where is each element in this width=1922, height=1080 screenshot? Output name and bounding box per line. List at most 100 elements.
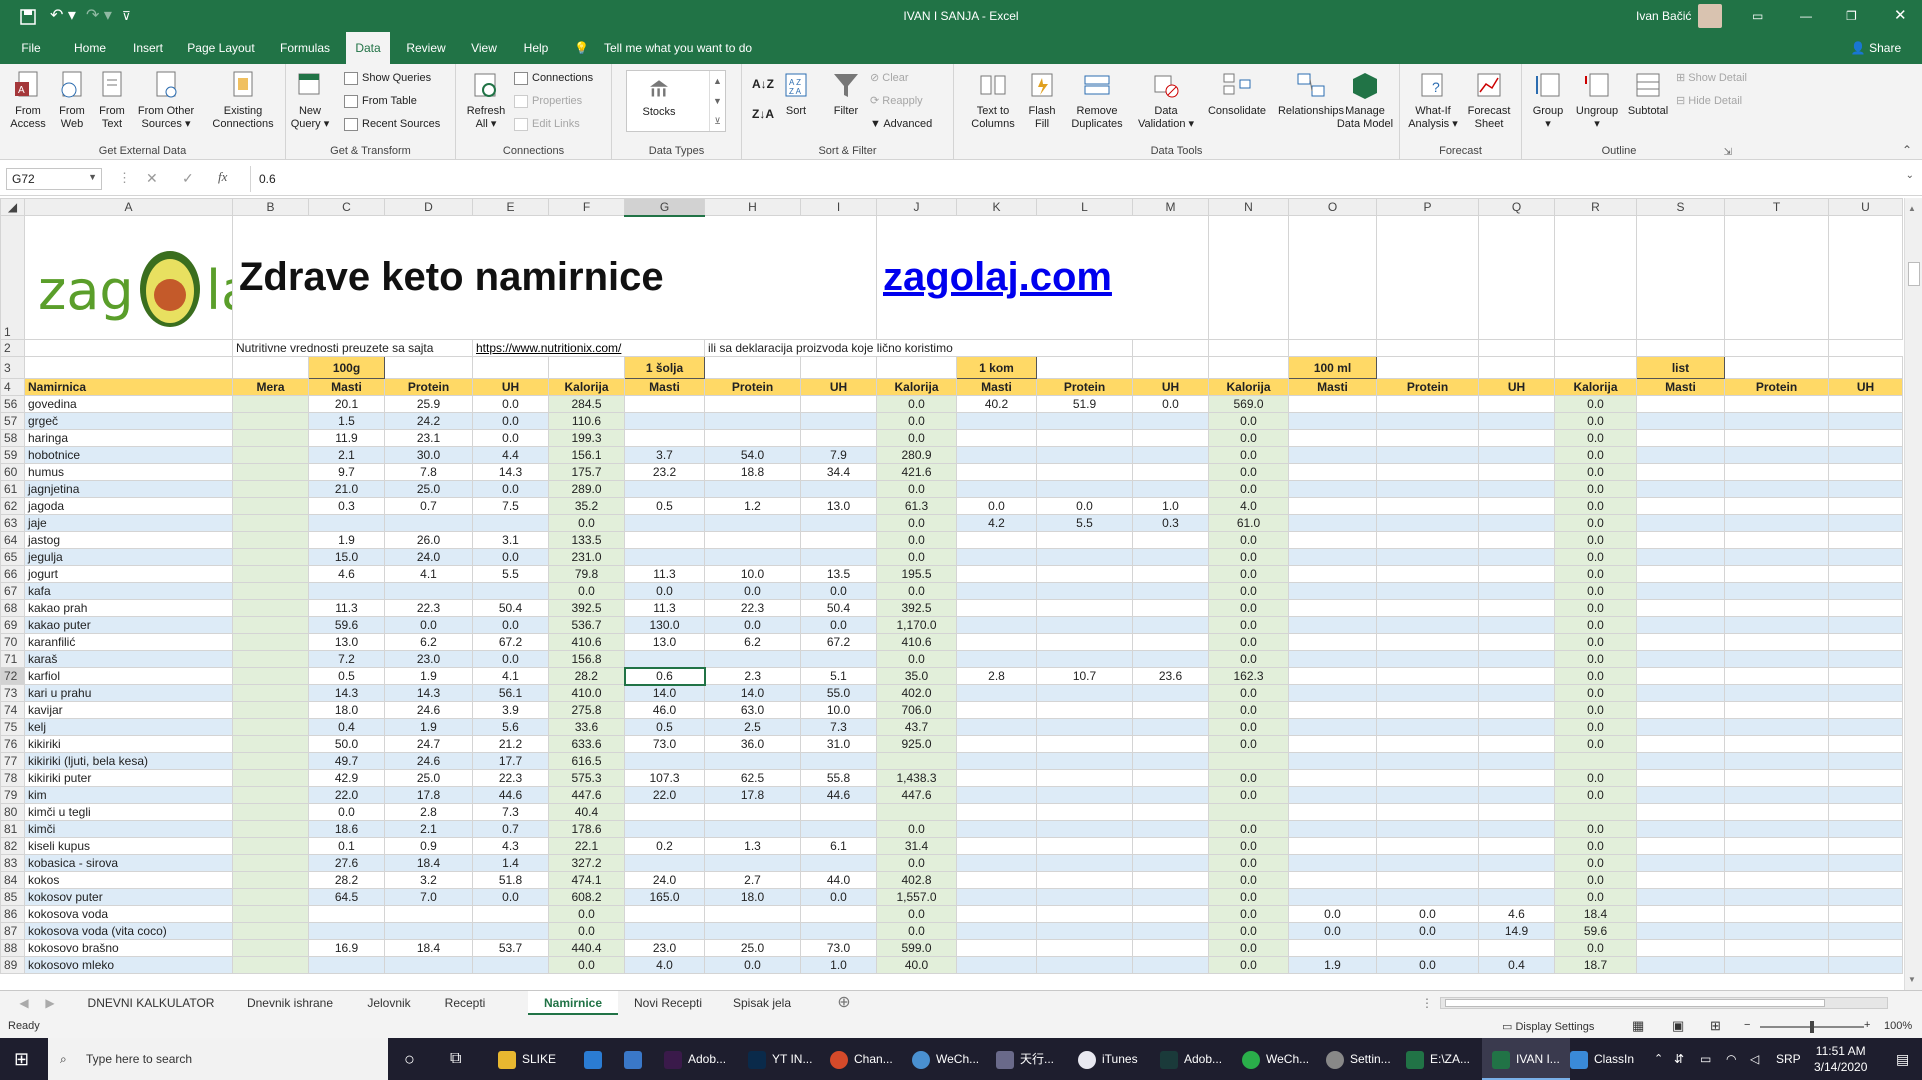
value-cell[interactable] xyxy=(1132,956,1209,974)
value-cell[interactable]: 20.1 xyxy=(308,395,385,413)
value-cell[interactable] xyxy=(1828,786,1903,804)
value-cell[interactable]: 15.0 xyxy=(308,548,385,566)
value-cell[interactable]: 0.0 xyxy=(1208,565,1289,583)
value-cell[interactable] xyxy=(1288,752,1377,770)
value-cell[interactable]: 0.0 xyxy=(1554,429,1637,447)
row-header[interactable]: 1 xyxy=(0,215,25,340)
value-cell[interactable]: 284.5 xyxy=(548,395,625,413)
value-cell[interactable] xyxy=(1724,395,1829,413)
value-cell[interactable] xyxy=(1828,956,1903,974)
maximize-icon[interactable]: ❐ xyxy=(1846,0,1857,32)
value-cell[interactable] xyxy=(704,429,801,447)
value-cell[interactable] xyxy=(232,820,309,838)
value-cell[interactable]: 22.3 xyxy=(472,769,549,787)
value-cell[interactable] xyxy=(1636,667,1725,685)
value-cell[interactable] xyxy=(1724,565,1829,583)
value-cell[interactable] xyxy=(1376,667,1479,685)
column-header[interactable]: U xyxy=(1828,198,1903,216)
value-cell[interactable]: 447.6 xyxy=(876,786,957,804)
value-cell[interactable] xyxy=(1724,599,1829,617)
value-cell[interactable]: 49.7 xyxy=(308,752,385,770)
data-type-gallery[interactable]: Stocks ▲ ▼ ⊻ xyxy=(626,70,726,132)
value-cell[interactable]: 392.5 xyxy=(548,599,625,617)
value-cell[interactable] xyxy=(956,684,1037,702)
forecast-sheet-button[interactable]: Forecast Sheet xyxy=(1462,70,1516,131)
value-cell[interactable]: 24.0 xyxy=(624,871,705,889)
worksheet-grid[interactable]: ◢ ABCDEFGHIJKLMNOPQRSTU 1 zag laj Zdrave… xyxy=(0,198,1922,990)
value-cell[interactable]: 13.5 xyxy=(800,565,877,583)
value-cell[interactable]: 0.0 xyxy=(1554,599,1637,617)
value-cell[interactable] xyxy=(1036,786,1133,804)
column-label[interactable]: Protein xyxy=(704,378,801,396)
row-header[interactable]: 62 xyxy=(0,497,25,515)
value-cell[interactable] xyxy=(1376,548,1479,566)
value-cell[interactable]: 280.9 xyxy=(876,446,957,464)
taskbar-app[interactable]: Settin... xyxy=(1326,1038,1391,1080)
value-cell[interactable]: 0.0 xyxy=(1208,548,1289,566)
column-label[interactable]: Masti xyxy=(956,378,1037,396)
value-cell[interactable]: 18.4 xyxy=(1554,905,1637,923)
value-cell[interactable] xyxy=(1288,650,1377,668)
value-cell[interactable] xyxy=(800,752,877,770)
insert-function-icon[interactable]: fx xyxy=(218,169,227,185)
value-cell[interactable] xyxy=(1132,633,1209,651)
value-cell[interactable] xyxy=(1376,446,1479,464)
value-cell[interactable]: 0.0 xyxy=(1288,905,1377,923)
value-cell[interactable]: 64.5 xyxy=(308,888,385,906)
value-cell[interactable] xyxy=(1376,429,1479,447)
value-cell[interactable] xyxy=(1478,786,1555,804)
value-cell[interactable]: 289.0 xyxy=(548,480,625,498)
food-name-cell[interactable]: kakao puter xyxy=(24,616,233,634)
value-cell[interactable] xyxy=(1036,480,1133,498)
value-cell[interactable]: 0.0 xyxy=(1288,922,1377,940)
value-cell[interactable]: 0.4 xyxy=(1478,956,1555,974)
value-cell[interactable]: 0.0 xyxy=(1208,939,1289,957)
value-cell[interactable]: 25.9 xyxy=(384,395,473,413)
value-cell[interactable]: 31.4 xyxy=(876,837,957,855)
value-cell[interactable]: 402.8 xyxy=(876,871,957,889)
sheet-tab[interactable]: Spisak jela xyxy=(718,991,806,1015)
value-cell[interactable]: 1,438.3 xyxy=(876,769,957,787)
value-cell[interactable] xyxy=(800,905,877,923)
value-cell[interactable] xyxy=(232,412,309,430)
column-label[interactable]: Masti xyxy=(1288,378,1377,396)
value-cell[interactable] xyxy=(232,718,309,736)
value-cell[interactable]: 53.7 xyxy=(472,939,549,957)
value-cell[interactable]: 0.0 xyxy=(1208,599,1289,617)
column-label[interactable]: UH xyxy=(1478,378,1555,396)
tray-volume-icon[interactable]: ◁ xyxy=(1750,1038,1759,1080)
value-cell[interactable]: 0.0 xyxy=(1208,480,1289,498)
value-cell[interactable] xyxy=(1132,429,1209,447)
row-header[interactable]: 58 xyxy=(0,429,25,447)
value-cell[interactable]: 2.5 xyxy=(704,718,801,736)
tab-review[interactable]: Review xyxy=(402,32,450,64)
value-cell[interactable]: 27.6 xyxy=(308,854,385,872)
source-link[interactable]: https://www.nutritionix.com/ xyxy=(472,339,705,357)
row-header[interactable]: 80 xyxy=(0,803,25,821)
food-name-cell[interactable]: jaje xyxy=(24,514,233,532)
value-cell[interactable]: 42.9 xyxy=(308,769,385,787)
column-header[interactable]: S xyxy=(1636,198,1725,216)
zoom-out-icon[interactable]: − xyxy=(1744,1019,1750,1031)
value-cell[interactable] xyxy=(956,565,1037,583)
value-cell[interactable]: 14.0 xyxy=(704,684,801,702)
value-cell[interactable] xyxy=(1132,582,1209,600)
value-cell[interactable]: 130.0 xyxy=(624,616,705,634)
value-cell[interactable] xyxy=(1036,752,1133,770)
row-header[interactable]: 85 xyxy=(0,888,25,906)
row-header[interactable]: 3 xyxy=(0,356,25,379)
what-if-analysis-button[interactable]: ? What-If Analysis ▾ xyxy=(1406,70,1460,131)
value-cell[interactable] xyxy=(1288,497,1377,515)
value-cell[interactable] xyxy=(308,514,385,532)
value-cell[interactable] xyxy=(956,752,1037,770)
value-cell[interactable] xyxy=(1478,480,1555,498)
value-cell[interactable]: 21.0 xyxy=(308,480,385,498)
value-cell[interactable] xyxy=(1376,463,1479,481)
taskbar-app[interactable]: 天行... xyxy=(996,1038,1054,1080)
value-cell[interactable]: 0.0 xyxy=(1208,718,1289,736)
value-cell[interactable] xyxy=(1036,446,1133,464)
existing-connections-button[interactable]: Existing Connections xyxy=(206,70,280,131)
from-table-button[interactable]: From Table xyxy=(344,91,417,111)
value-cell[interactable] xyxy=(1828,803,1903,821)
filter-button[interactable]: Filter xyxy=(824,70,868,118)
